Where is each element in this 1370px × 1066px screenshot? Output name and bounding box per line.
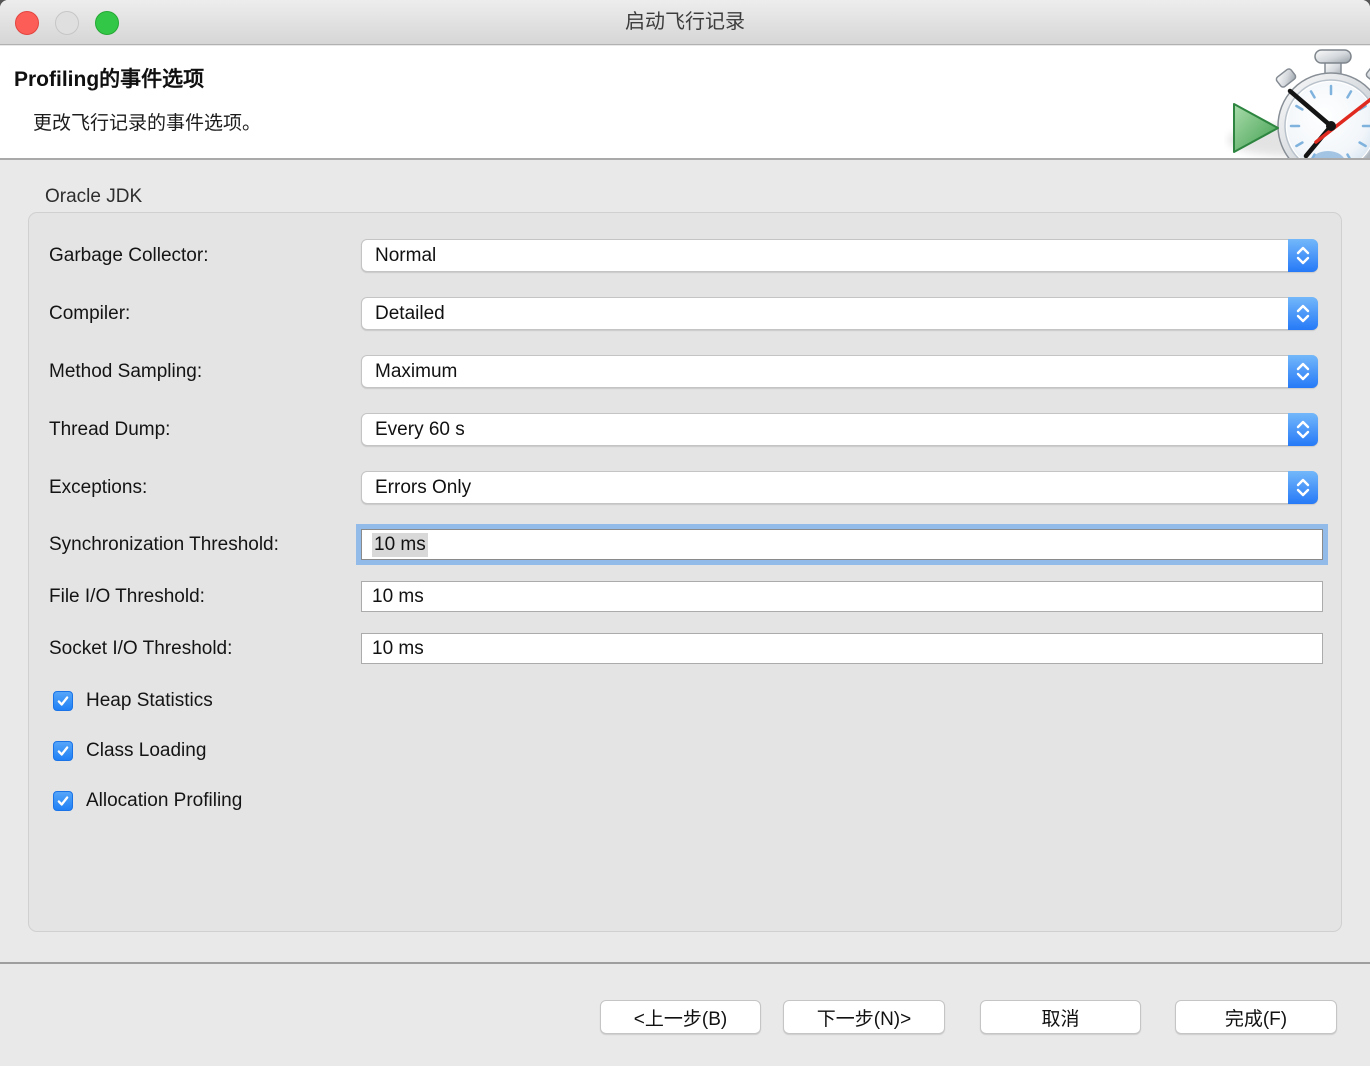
cancel-button[interactable]: 取消: [980, 1000, 1141, 1034]
stopwatch-play-icon: [1224, 48, 1370, 160]
chevron-up-down-icon: [1288, 355, 1318, 388]
page-title: Profiling的事件选项: [14, 63, 204, 93]
class-loading-checkbox[interactable]: [53, 741, 73, 761]
file-io-threshold-input[interactable]: 10 ms: [361, 581, 1323, 612]
garbage-collector-row: Garbage Collector: Normal: [49, 239, 1323, 272]
compiler-label: Compiler:: [49, 303, 361, 325]
selected-value: Maximum: [362, 361, 457, 383]
allocation-profiling-label: Allocation Profiling: [86, 790, 242, 812]
oracle-jdk-group: Garbage Collector: Normal Compiler: Deta…: [28, 212, 1342, 932]
checkmark-icon: [56, 794, 70, 808]
heap-statistics-row: Heap Statistics: [49, 690, 1323, 712]
dialog-window: 启动飞行记录 Profiling的事件选项 更改飞行记录的事件选项。: [0, 0, 1370, 1066]
titlebar: 启动飞行记录: [0, 0, 1370, 45]
socket-io-threshold-label: Socket I/O Threshold:: [49, 638, 361, 660]
synchronization-threshold-input[interactable]: 10 ms: [361, 529, 1323, 560]
garbage-collector-select[interactable]: Normal: [361, 239, 1318, 272]
chevron-up-down-icon: [1288, 413, 1318, 446]
class-loading-row: Class Loading: [49, 740, 1323, 762]
thread-dump-label: Thread Dump:: [49, 419, 361, 441]
compiler-row: Compiler: Detailed: [49, 297, 1323, 330]
checkbox-group: Heap Statistics Class Loading Allocation…: [49, 690, 1323, 812]
method-sampling-label: Method Sampling:: [49, 361, 361, 383]
socket-io-threshold-row: Socket I/O Threshold: 10 ms: [49, 633, 1323, 664]
allocation-profiling-row: Allocation Profiling: [49, 790, 1323, 812]
field-text: 10 ms: [372, 638, 424, 660]
chevron-up-down-icon: [1288, 239, 1318, 272]
garbage-collector-label: Garbage Collector:: [49, 245, 361, 267]
chevron-up-down-icon: [1288, 471, 1318, 504]
thread-dump-select[interactable]: Every 60 s: [361, 413, 1318, 446]
synchronization-threshold-label: Synchronization Threshold:: [49, 534, 361, 556]
group-label: Oracle JDK: [45, 186, 142, 208]
method-sampling-select[interactable]: Maximum: [361, 355, 1318, 388]
selected-value: Normal: [362, 245, 436, 267]
traffic-lights: [15, 11, 119, 35]
selected-text: 10 ms: [372, 533, 428, 557]
wizard-content: Oracle JDK Garbage Collector: Normal Com…: [0, 162, 1370, 962]
checkmark-icon: [56, 694, 70, 708]
method-sampling-row: Method Sampling: Maximum: [49, 355, 1323, 388]
minimize-button[interactable]: [55, 11, 79, 35]
selected-value: Detailed: [362, 303, 445, 325]
next-button[interactable]: 下一步(N)>: [783, 1000, 945, 1034]
maximize-button[interactable]: [95, 11, 119, 35]
selected-value: Errors Only: [362, 477, 471, 499]
selected-value: Every 60 s: [362, 419, 465, 441]
close-button[interactable]: [15, 11, 39, 35]
exceptions-row: Exceptions: Errors Only: [49, 471, 1323, 504]
wizard-footer: <上一步(B) 下一步(N)> 取消 完成(F): [0, 962, 1370, 1066]
allocation-profiling-checkbox[interactable]: [53, 791, 73, 811]
heap-statistics-label: Heap Statistics: [86, 690, 213, 712]
thread-dump-row: Thread Dump: Every 60 s: [49, 413, 1323, 446]
file-io-threshold-label: File I/O Threshold:: [49, 586, 361, 608]
chevron-up-down-icon: [1288, 297, 1318, 330]
page-subtitle: 更改飞行记录的事件选项。: [33, 108, 261, 135]
window-title: 启动飞行记录: [0, 0, 1370, 44]
heap-statistics-checkbox[interactable]: [53, 691, 73, 711]
checkmark-icon: [56, 744, 70, 758]
exceptions-label: Exceptions:: [49, 477, 361, 499]
file-io-threshold-row: File I/O Threshold: 10 ms: [49, 581, 1323, 612]
class-loading-label: Class Loading: [86, 740, 206, 762]
back-button[interactable]: <上一步(B): [600, 1000, 761, 1034]
socket-io-threshold-input[interactable]: 10 ms: [361, 633, 1323, 664]
finish-button[interactable]: 完成(F): [1175, 1000, 1337, 1034]
exceptions-select[interactable]: Errors Only: [361, 471, 1318, 504]
compiler-select[interactable]: Detailed: [361, 297, 1318, 330]
wizard-header: Profiling的事件选项 更改飞行记录的事件选项。: [0, 46, 1370, 160]
field-text: 10 ms: [372, 586, 424, 608]
synchronization-threshold-row: Synchronization Threshold: 10 ms: [49, 529, 1323, 560]
